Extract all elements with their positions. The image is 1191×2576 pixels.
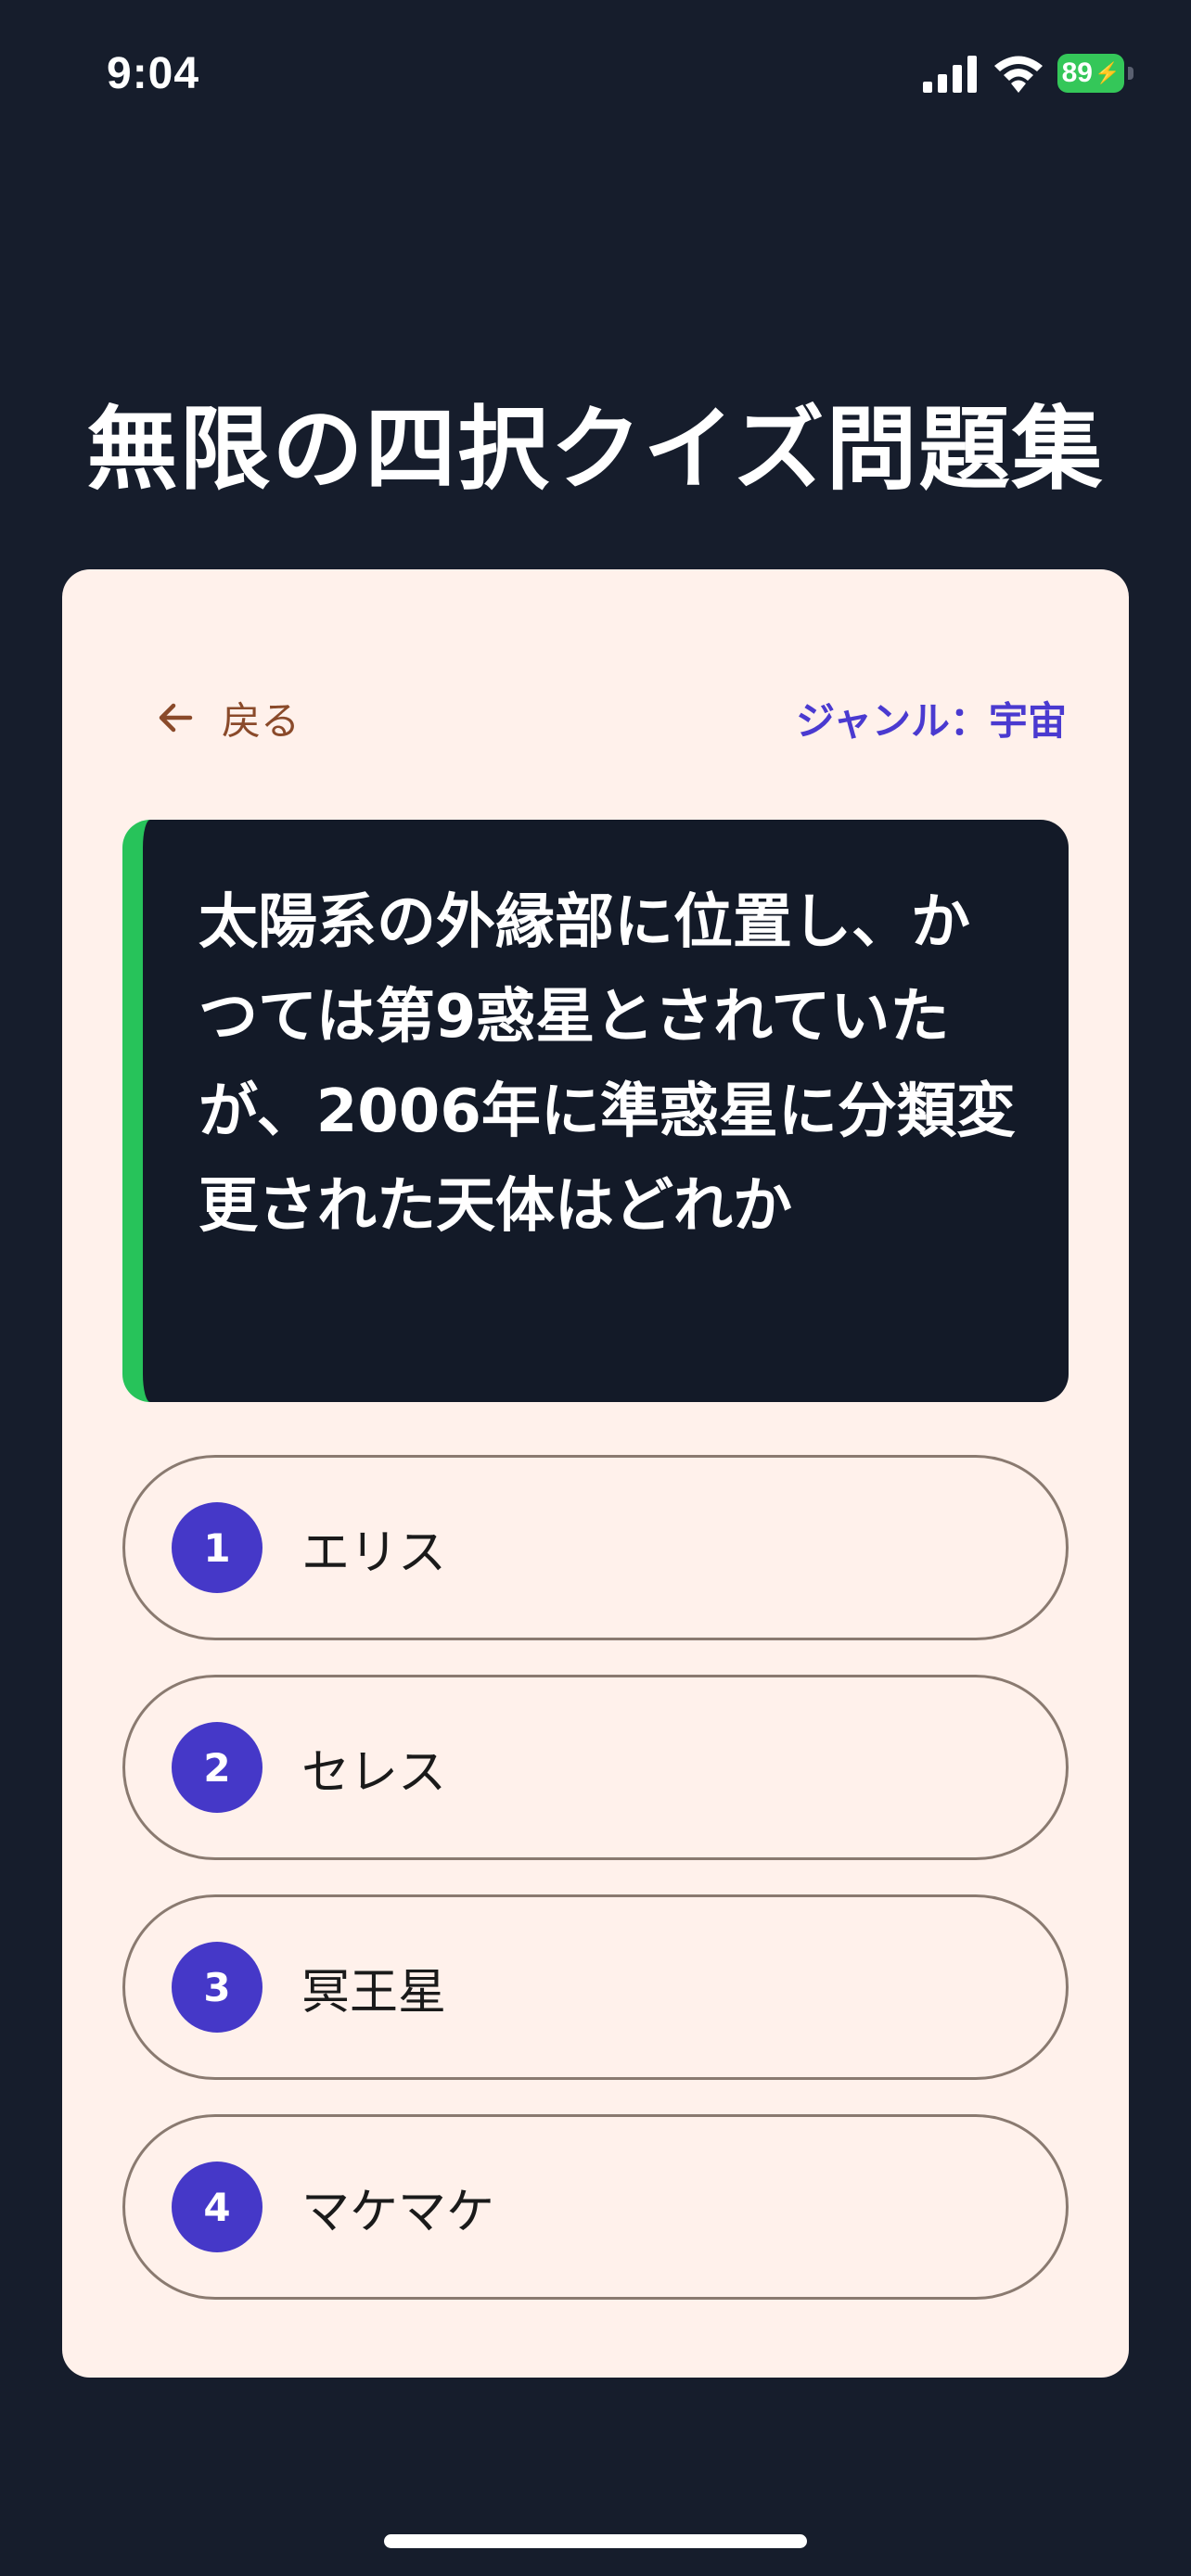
- option-4[interactable]: 4 マケマケ: [122, 2114, 1069, 2300]
- option-label: エリス: [301, 1524, 447, 1581]
- option-3[interactable]: 3 冥王星: [122, 1894, 1069, 2080]
- option-number: 4: [172, 2162, 263, 2252]
- option-number: 3: [172, 1942, 263, 2033]
- option-1[interactable]: 1 エリス: [122, 1455, 1069, 1640]
- option-number: 2: [172, 1722, 263, 1813]
- option-label: セレス: [301, 1744, 447, 1801]
- back-label: 戻る: [222, 697, 301, 744]
- status-bar: 9:04 89 ⚡: [0, 0, 1191, 148]
- status-time: 9:04: [107, 49, 200, 98]
- app-title: 無限の四択クイズ問題集: [86, 397, 1105, 503]
- option-label: マケマケ: [301, 2184, 495, 2240]
- home-indicator[interactable]: [384, 2534, 807, 2548]
- back-button[interactable]: 戻る: [153, 681, 300, 755]
- option-label: 冥王星: [301, 1964, 447, 2021]
- option-number: 1: [172, 1502, 263, 1593]
- question-text: 太陽系の外縁部に位置し、かつては第9惑星とされていたが、2006年に準惑星に分類…: [198, 888, 1016, 1241]
- quiz-card: 戻る ジャンル：宇宙 太陽系の外縁部に位置し、かつては第9惑星とされていたが、2…: [62, 569, 1129, 2378]
- wifi-icon: [994, 56, 1043, 93]
- bolt-icon: ⚡: [1094, 61, 1121, 84]
- battery-percent: 89: [1061, 57, 1093, 88]
- battery-level: 89 ⚡: [1057, 54, 1124, 93]
- question-box: 太陽系の外縁部に位置し、かつては第9惑星とされていたが、2006年に準惑星に分類…: [122, 820, 1069, 1402]
- option-2[interactable]: 2 セレス: [122, 1675, 1069, 1860]
- battery-charging-icon: 89 ⚡: [1057, 54, 1135, 93]
- signal-icon: [923, 56, 977, 93]
- genre-label: ジャンル：宇宙: [796, 697, 1067, 744]
- arrow-left-icon: [159, 703, 193, 733]
- battery-tip: [1128, 67, 1133, 80]
